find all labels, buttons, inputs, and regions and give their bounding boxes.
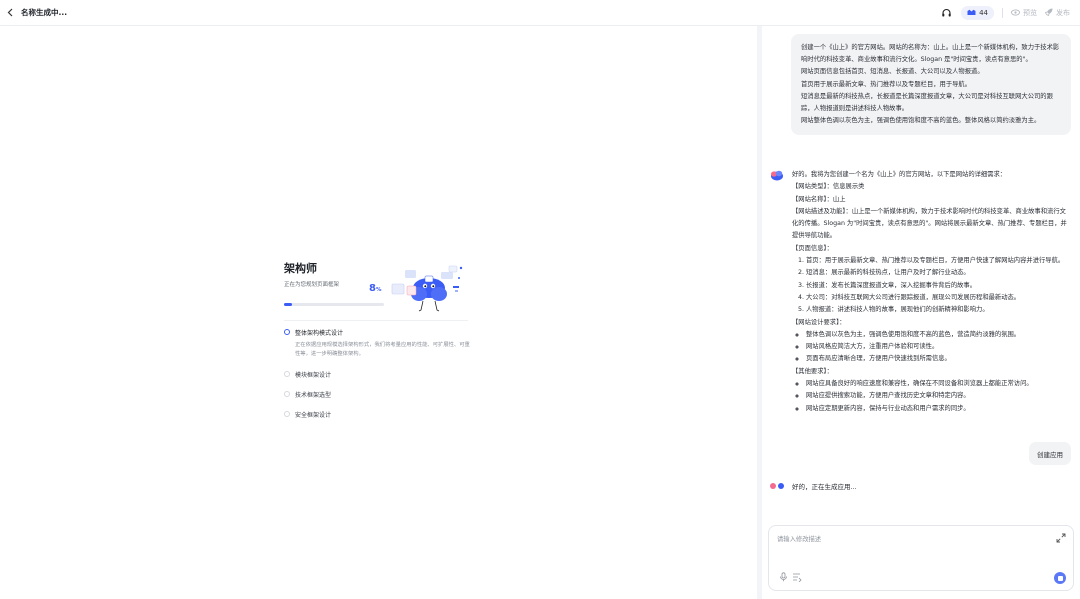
step-status-icon — [284, 391, 290, 397]
mic-icon[interactable] — [779, 572, 788, 582]
user-message-line: 创建一个《山上》的官方网站。网站的名称为：山上。山上是一个新媒体机构，致力于技术… — [801, 44, 1060, 64]
loading-dots-icon — [770, 483, 784, 489]
assistant-message: 好的。我将为您创建一个名为《山上》的官方网站，以下是网站的详细需求： 【网站类型… — [770, 169, 1072, 415]
divider — [284, 320, 468, 321]
rocket-icon — [1044, 8, 1053, 18]
assistant-intro: 好的。我将为您创建一个名为《山上》的官方网站，以下是网站的详细需求： — [792, 171, 1007, 178]
list-item: 大公司：对科技互联网大公司进行跟踪报道，展现公司发展历程和最新动态。 — [806, 292, 1072, 304]
step-item: 安全框架设计 — [284, 410, 474, 419]
back-icon[interactable] — [0, 0, 20, 26]
list-item: 长报道：发布长篇深度报道文章，深入挖掘事件背后的故事。 — [806, 280, 1072, 292]
list-item: 整体色调以灰色为主，强调色使用饱和度不高的蓝色，营造简约淡雅的氛围。 — [806, 329, 1072, 341]
site-name: 【网站名称】：山上 — [792, 195, 846, 203]
create-app-message: 创建应用 — [1029, 442, 1071, 465]
stop-icon — [1057, 575, 1063, 581]
progress-percent-unit: % — [375, 287, 382, 293]
step-label: 整体架构模式设计 — [295, 330, 344, 337]
step-label: 模块框架设计 — [295, 372, 332, 379]
app-title: 名称生成中... — [21, 8, 68, 17]
step-item: 模块框架设计 — [284, 370, 474, 379]
progress-bar — [284, 303, 384, 306]
architect-steps: 整体架构模式设计 正在依据应用规模选择架构形式，我们将考量应用的性能、可扩展性、… — [284, 328, 474, 430]
assistant-avatar-icon — [770, 169, 784, 181]
user-message-line: 网站整体色调以灰色为主，强调色使用饱和度不高的蓝色。整体风格以简约淡雅为主。 — [801, 117, 1041, 125]
site-description: 【网站描述及功能】：山上是一个新媒体机构，致力于技术影响时代的科技变革、商业故事… — [792, 207, 1067, 240]
architect-progress-card: 架构师 正在为您规划页面框架 8% 整体架构模式设计 正在依据应用规模选择架构形… — [284, 260, 474, 419]
site-type: 【网站类型】：信息展示类 — [792, 183, 865, 191]
step-status-icon — [284, 329, 290, 335]
preview-label: 预览 — [1023, 9, 1037, 17]
list-item: 网站应具备良好的响应速度和兼容性，确保在不同设备和浏览器上都能正常访问。 — [806, 378, 1072, 390]
design-list: 整体色调以灰色为主，强调色使用饱和度不高的蓝色，营造简约淡雅的氛围。 网站风格应… — [806, 329, 1072, 366]
user-message: 创建一个《山上》的官方网站。网站的名称为：山上。山上是一个新媒体机构，致力于技术… — [791, 34, 1071, 136]
user-message-line: 网站页面信息包括首页、短消息、长报道、大公司以及人物报道。 — [801, 68, 984, 76]
step-description: 正在依据应用规模选择架构形式，我们将考量应用的性能、可扩展性、可重性等，进一步明… — [295, 342, 470, 357]
create-app-label: 创建应用 — [1037, 450, 1063, 459]
divider — [1002, 8, 1003, 18]
user-message-line: 首页用于展示最新文章、热门推荐以及专题栏目，用于导航。 — [801, 80, 972, 88]
list-item: 短消息：展示最新的科技热点，让用户及时了解行业动态。 — [806, 267, 1072, 279]
step-label: 安全框架设计 — [295, 412, 332, 419]
other-heading: 【其他要求】： — [792, 367, 833, 375]
list-item: 人物报道：讲述科技人物的故事，展现他们的创新精神和影响力。 — [806, 304, 1072, 316]
pages-list: 首页：用于展示最新文章、热门推荐以及专题栏目，方便用户快速了解网站内容并进行导航… — [806, 255, 1072, 316]
top-bar: 名称生成中... 44 预览 发布 — [0, 0, 1080, 26]
assistant-message-body: 好的。我将为您创建一个名为《山上》的官方网站，以下是网站的详细需求： 【网站类型… — [792, 169, 1072, 415]
chat-panel: 创建一个《山上》的官方网站。网站的名称为：山上。山上是一个新媒体机构，致力于技术… — [762, 26, 1080, 599]
step-status-icon — [284, 411, 290, 417]
headset-icon[interactable] — [939, 6, 953, 20]
preview-button[interactable]: 预览 — [1011, 8, 1037, 18]
chat-input[interactable]: 请输入修改描述 — [777, 534, 821, 543]
list-item: 网站应提供搜索功能，方便用户查找历史文章和特定内容。 — [806, 390, 1072, 402]
generation-status: 好的，正在生成应用... — [770, 481, 857, 491]
publish-button[interactable]: 发布 — [1044, 8, 1070, 18]
credits-badge[interactable]: 44 — [961, 6, 994, 20]
design-heading: 【网站设计要求】： — [792, 318, 846, 326]
expand-icon[interactable] — [1056, 533, 1066, 543]
progress-percent-value: 8 — [369, 283, 376, 294]
user-message-line: 短消息是最新的科技热点，长报道是长篇深度报道文章，大公司是对科技互联网大公司的跟… — [801, 92, 1053, 113]
step-status-icon — [284, 371, 290, 377]
eye-icon — [1011, 8, 1020, 18]
other-list: 网站应具备良好的响应速度和兼容性，确保在不同设备和浏览器上都能正常访问。 网站应… — [806, 378, 1072, 415]
chat-input-box[interactable]: 请输入修改描述 — [768, 525, 1074, 591]
stop-generation-button[interactable] — [1054, 572, 1066, 584]
list-item: 页面布局应清晰合理，方便用户快速找到所需信息。 — [806, 353, 1072, 365]
publish-label: 发布 — [1056, 9, 1070, 17]
list-item: 网站应定期更新内容，保持与行业动态和用户需求的同步。 — [806, 403, 1072, 415]
credits-count: 44 — [979, 9, 988, 17]
list-item: 首页：用于展示最新文章、热门推荐以及专题栏目，方便用户快速了解网站内容并进行导航… — [806, 255, 1072, 267]
progress-bar-fill — [284, 303, 292, 306]
pages-heading: 【页面信息】： — [792, 244, 833, 252]
credits-icon — [967, 9, 976, 18]
preview-panel: 架构师 正在为您规划页面框架 8% 整体架构模式设计 正在依据应用规模选择架构形… — [0, 26, 757, 599]
step-item: 技术框架选型 — [284, 390, 474, 399]
format-icon[interactable] — [792, 572, 802, 583]
list-item: 网站风格应简洁大方，注重用户体验和可读性。 — [806, 341, 1072, 353]
architect-illustration — [389, 264, 469, 316]
step-label: 技术框架选型 — [295, 392, 332, 399]
progress-percent: 8% — [369, 283, 381, 294]
top-actions: 44 预览 发布 — [939, 0, 1070, 26]
step-item: 整体架构模式设计 正在依据应用规模选择架构形式，我们将考量应用的性能、可扩展性、… — [284, 328, 474, 359]
status-text: 好的，正在生成应用... — [792, 483, 857, 491]
